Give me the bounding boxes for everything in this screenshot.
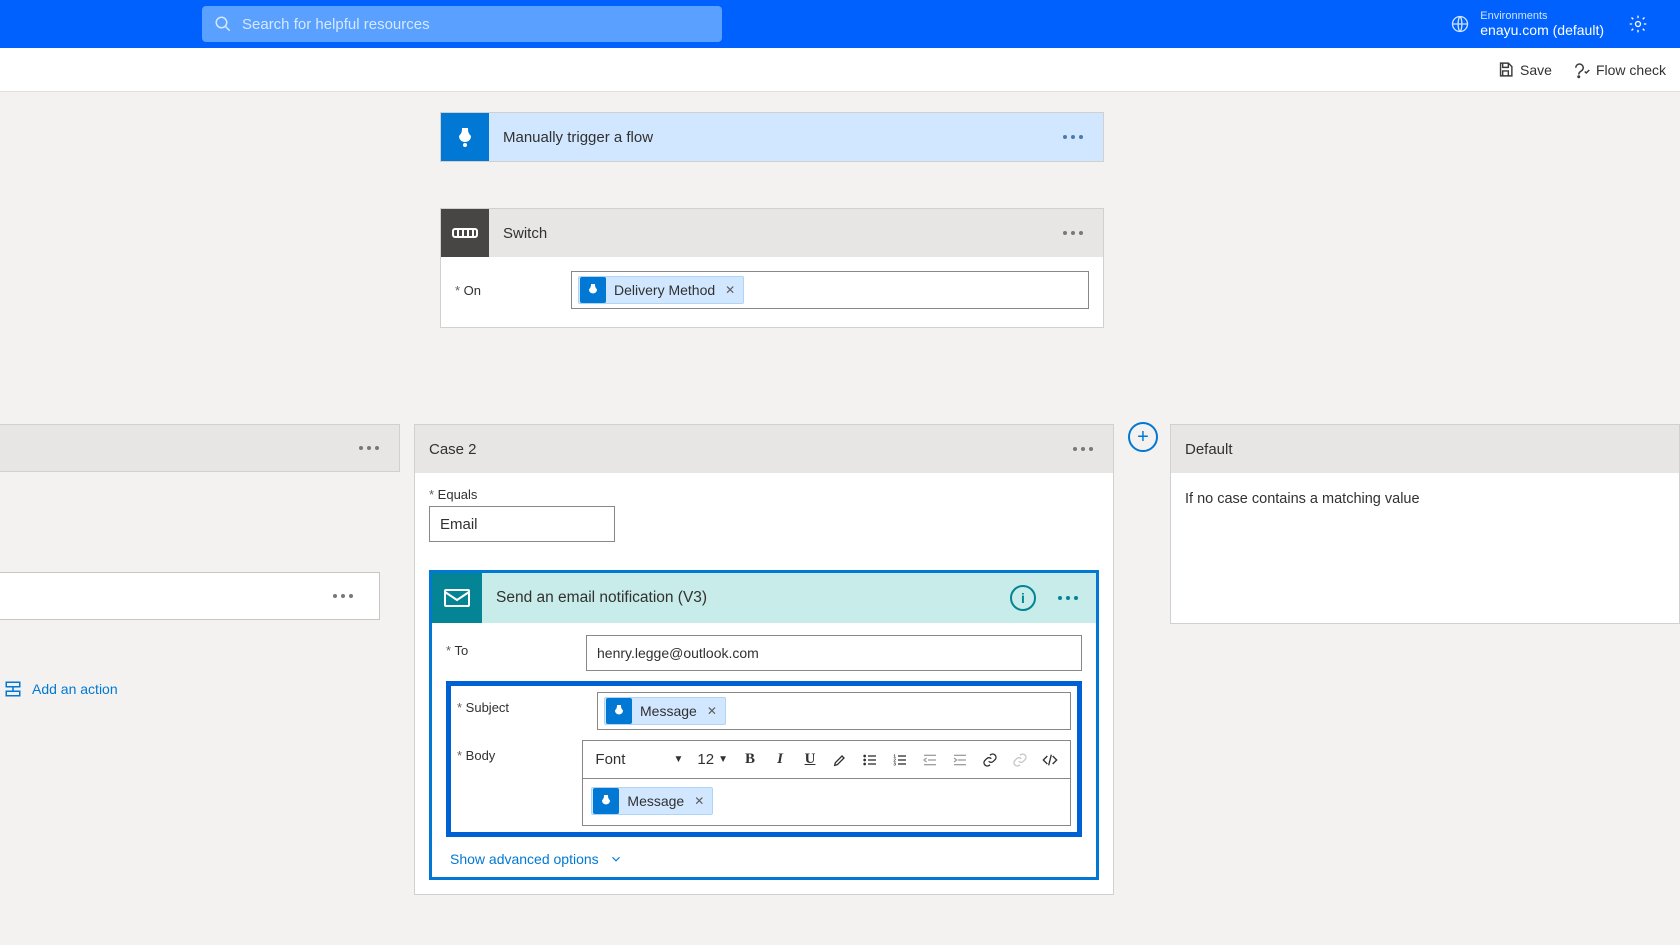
switch-on-input[interactable]: Delivery Method ✕ [571, 271, 1089, 309]
email-action-card[interactable]: Send an email notification (V3) i To Sub… [429, 570, 1099, 880]
info-icon[interactable]: i [1010, 585, 1036, 611]
underline-button[interactable]: U [796, 746, 824, 774]
subject-token[interactable]: Message ✕ [604, 697, 726, 725]
subject-label: Subject [457, 692, 597, 715]
body-token[interactable]: Message ✕ [591, 787, 713, 815]
top-bar: Environments enayu.com (default) [0, 0, 1680, 48]
environment-icon [1450, 14, 1470, 34]
italic-button[interactable]: I [766, 746, 794, 774]
trigger-title: Manually trigger a flow [489, 129, 1057, 146]
environment-label: Environments [1480, 10, 1604, 23]
save-icon [1497, 61, 1514, 78]
bold-button[interactable]: B [736, 746, 764, 774]
default-case-title: Default [1171, 425, 1679, 473]
add-action-button[interactable]: Add an action [0, 680, 400, 698]
token-trigger-icon [593, 788, 619, 814]
email-action-menu-button[interactable] [1052, 590, 1084, 606]
switch-card[interactable]: Switch On Delivery Method ✕ [440, 208, 1104, 328]
case-2-card[interactable]: Case 2 Equals Send an email notification… [414, 424, 1114, 895]
case-2-menu-button[interactable] [1067, 441, 1099, 457]
font-size-select[interactable]: 12▼ [691, 746, 734, 774]
case-1-action-card[interactable] [0, 572, 380, 620]
equals-input[interactable] [429, 506, 615, 542]
default-case-description: If no case contains a matching value [1171, 473, 1679, 623]
flow-check-icon [1572, 61, 1590, 79]
to-input[interactable] [586, 635, 1082, 671]
subject-input[interactable]: Message ✕ [597, 692, 1071, 730]
search-box[interactable] [202, 6, 722, 42]
switch-on-label: On [455, 283, 481, 298]
link-button[interactable] [976, 746, 1004, 774]
indent-button[interactable] [946, 746, 974, 774]
equals-label: Equals [429, 487, 1099, 502]
highlighted-fields: Subject Message ✕ [446, 681, 1082, 837]
outdent-button[interactable] [916, 746, 944, 774]
number-list-button[interactable]: 123 [886, 746, 914, 774]
command-bar: Save Flow check [0, 48, 1680, 92]
environment-value: enayu.com (default) [1480, 22, 1604, 38]
search-input[interactable] [232, 16, 710, 33]
case-1-menu-button[interactable] [353, 440, 385, 456]
email-action-title: Send an email notification (V3) [482, 589, 1010, 607]
save-button[interactable]: Save [1497, 61, 1552, 78]
svg-text:3: 3 [893, 761, 896, 766]
switch-icon [441, 209, 489, 257]
default-case-card[interactable]: Default If no case contains a matching v… [1170, 424, 1680, 624]
to-label: To [446, 635, 586, 658]
font-family-select[interactable]: Font▼ [589, 746, 689, 774]
highlight-button[interactable] [826, 746, 854, 774]
trigger-menu-button[interactable] [1057, 129, 1089, 145]
flow-canvas[interactable]: Manually trigger a flow Switch On Delive… [0, 92, 1680, 945]
token-trigger-icon [606, 698, 632, 724]
environment-block[interactable]: Environments enayu.com (default) [1450, 10, 1668, 39]
flow-checker-button[interactable]: Flow check [1572, 61, 1666, 79]
chevron-down-icon [609, 852, 623, 866]
case-2-title: Case 2 [429, 441, 477, 458]
switch-on-token[interactable]: Delivery Method ✕ [578, 276, 744, 304]
case-1-action-menu-button[interactable] [327, 588, 359, 604]
code-view-button[interactable] [1036, 746, 1064, 774]
trigger-card[interactable]: Manually trigger a flow [440, 112, 1104, 162]
rich-text-toolbar: Font▼ 12▼ B I U 123 [582, 740, 1071, 778]
gear-icon[interactable] [1628, 14, 1648, 34]
bullet-list-button[interactable] [856, 746, 884, 774]
body-label: Body [457, 740, 582, 763]
trigger-icon [441, 113, 489, 161]
case-1-header[interactable] [0, 424, 400, 472]
token-remove-button[interactable]: ✕ [723, 283, 735, 297]
search-icon [214, 15, 232, 33]
show-advanced-options[interactable]: Show advanced options [446, 837, 1082, 873]
add-case-button[interactable]: + [1128, 422, 1158, 452]
token-trigger-icon [580, 277, 606, 303]
unlink-button[interactable] [1006, 746, 1034, 774]
case-1-partial: Add an action [0, 424, 400, 698]
token-remove-button[interactable]: ✕ [705, 704, 717, 718]
body-input[interactable]: Message ✕ [582, 778, 1071, 826]
token-remove-button[interactable]: ✕ [692, 794, 704, 808]
switch-title: Switch [489, 225, 1057, 242]
switch-menu-button[interactable] [1057, 225, 1089, 241]
mail-icon [432, 573, 482, 623]
add-action-icon [4, 680, 22, 698]
case-2-header[interactable]: Case 2 [415, 425, 1113, 473]
